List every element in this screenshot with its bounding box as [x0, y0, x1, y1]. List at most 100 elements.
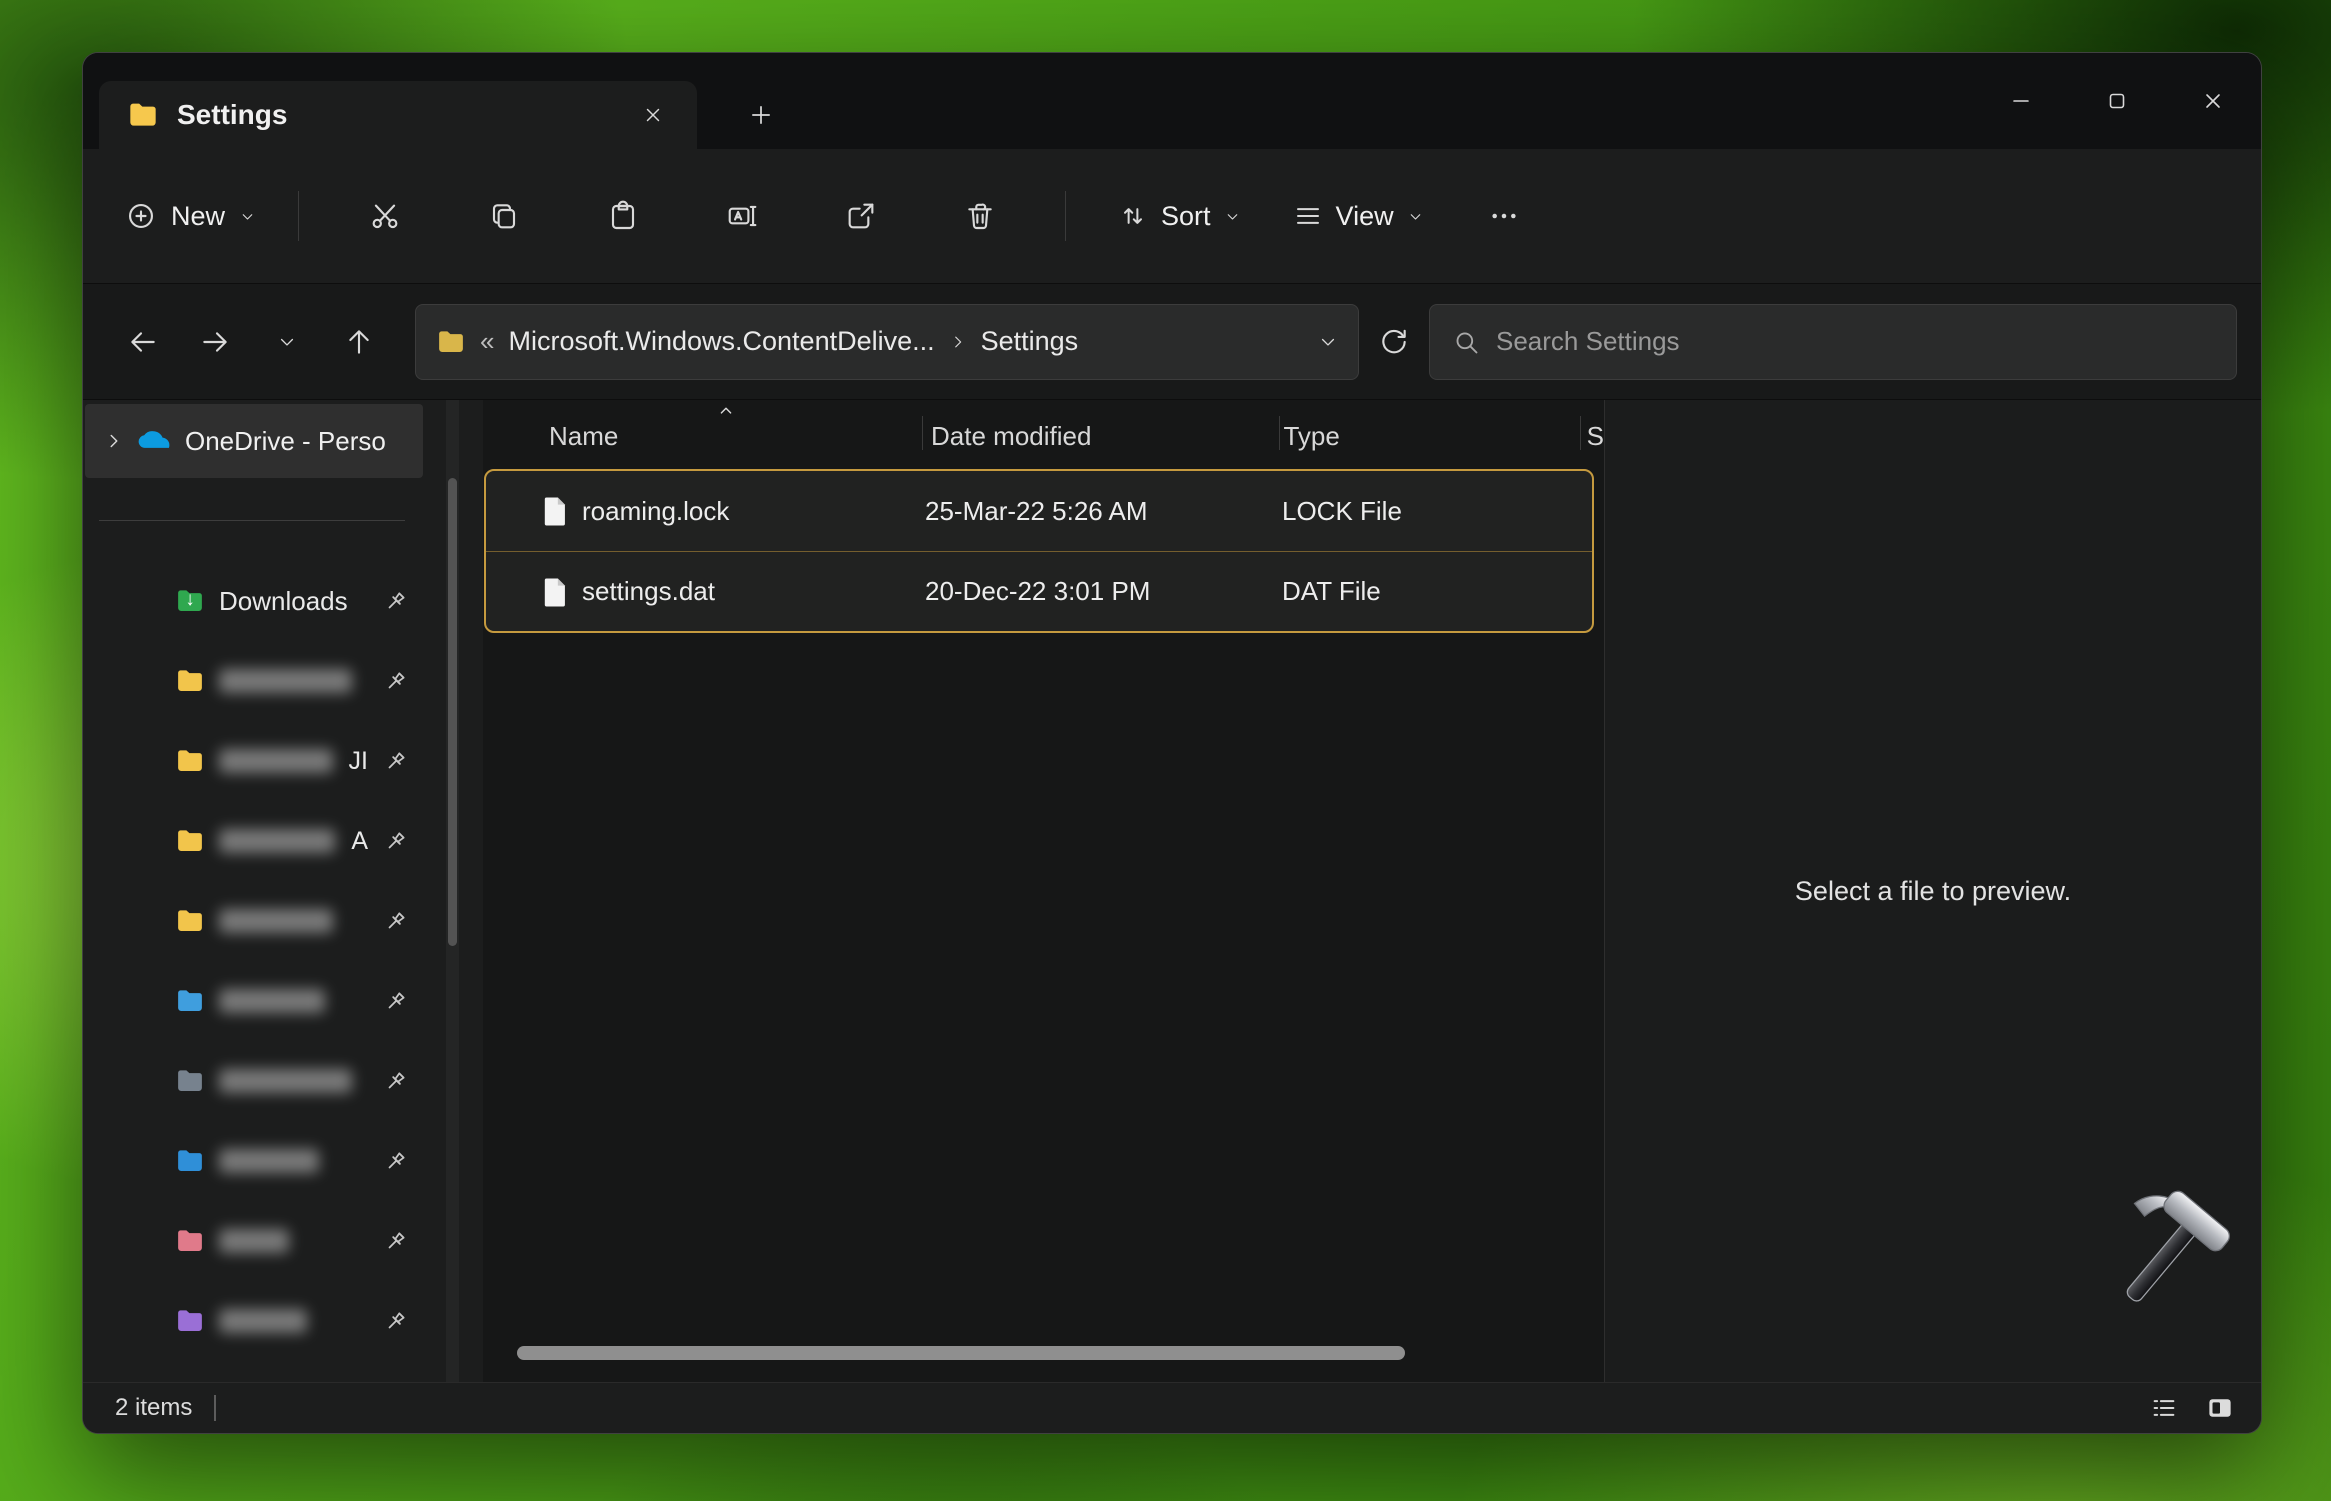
sidebar-divider	[99, 520, 405, 521]
details-view-icon	[2149, 1393, 2179, 1423]
sidebar-item[interactable]	[83, 881, 483, 961]
sidebar-item[interactable]: JI	[83, 721, 483, 801]
refresh-icon	[1378, 326, 1410, 358]
up-button[interactable]	[323, 306, 395, 378]
view-toggle-group	[2141, 1389, 2243, 1427]
redacted-label	[219, 989, 325, 1013]
sidebar-item[interactable]	[83, 1041, 483, 1121]
sidebar-item[interactable]: Downloads	[83, 561, 483, 641]
sidebar-item-onedrive[interactable]: OneDrive - Perso	[85, 404, 423, 478]
view-button-label: View	[1336, 201, 1394, 232]
paste-button[interactable]	[563, 200, 682, 232]
share-button[interactable]	[801, 200, 920, 232]
folder-icon	[175, 1066, 205, 1096]
sort-ascending-caret-icon	[715, 400, 737, 422]
tab-title: Settings	[177, 99, 287, 131]
column-header-date-modified[interactable]: Date modified	[917, 421, 1269, 452]
refresh-button[interactable]	[1359, 307, 1429, 377]
new-tab-button[interactable]	[729, 81, 793, 149]
tab-close-button[interactable]	[633, 95, 673, 135]
copy-icon	[488, 200, 520, 232]
clipboard-icon	[607, 200, 639, 232]
folder-icon	[175, 986, 205, 1016]
pin-icon	[382, 988, 409, 1015]
column-header-name[interactable]: Name	[483, 421, 917, 452]
file-type: DAT File	[1282, 576, 1582, 607]
content-view-button[interactable]	[2197, 1389, 2243, 1427]
sort-button[interactable]: Sort	[1096, 201, 1263, 232]
breadcrumb-root[interactable]: Microsoft.Windows.ContentDelive...	[508, 326, 934, 357]
item-count: 2 items	[115, 1394, 192, 1422]
file-row[interactable]: roaming.lock 25-Mar-22 5:26 AM LOCK File	[486, 471, 1592, 551]
pin-icon	[382, 1308, 409, 1335]
minimize-button[interactable]	[1973, 53, 2069, 149]
tab-settings[interactable]: Settings	[99, 81, 697, 149]
pin-icon	[382, 668, 409, 695]
column-divider[interactable]	[1279, 416, 1280, 450]
back-button[interactable]	[107, 306, 179, 378]
close-button[interactable]	[2165, 53, 2261, 149]
address-expand-chevron-icon[interactable]	[1318, 332, 1338, 352]
address-bar[interactable]: « Microsoft.Windows.ContentDelive... Set…	[415, 304, 1359, 380]
pin-icon	[382, 1068, 409, 1095]
file-row[interactable]: settings.dat 20-Dec-22 3:01 PM DAT File	[486, 551, 1592, 631]
redacted-label	[219, 749, 333, 773]
titlebar[interactable]: Settings	[83, 53, 2261, 149]
sidebar-scrollbar-thumb[interactable]	[448, 478, 457, 946]
sidebar-item[interactable]	[83, 1281, 483, 1361]
redacted-label	[219, 669, 352, 693]
chevron-down-icon	[239, 208, 256, 225]
new-button-label: New	[171, 201, 225, 232]
delete-button[interactable]	[920, 200, 1039, 232]
breadcrumb-current[interactable]: Settings	[981, 326, 1079, 357]
trash-icon	[964, 200, 996, 232]
folder-icon	[436, 327, 466, 357]
status-divider	[214, 1395, 216, 1421]
search-box[interactable]	[1429, 304, 2237, 380]
details-view-button[interactable]	[2141, 1389, 2187, 1427]
rename-button[interactable]	[682, 200, 801, 232]
sidebar: OneDrive - Perso Downloads	[83, 400, 483, 1382]
sidebar-item[interactable]	[83, 1121, 483, 1201]
column-header-type[interactable]: Type	[1269, 421, 1566, 452]
column-header-size-truncated[interactable]: S	[1567, 421, 1604, 452]
sidebar-scrollbar[interactable]	[446, 400, 459, 1382]
redacted-label	[219, 829, 335, 853]
breadcrumb-overflow[interactable]: «	[480, 326, 494, 357]
pin-icon	[382, 748, 409, 775]
sidebar-item[interactable]	[83, 961, 483, 1041]
sidebar-pinned-list: Downloads	[83, 561, 483, 1361]
recent-locations-button[interactable]	[251, 306, 323, 378]
more-options-button[interactable]	[1464, 200, 1544, 232]
sidebar-item[interactable]	[83, 641, 483, 721]
search-input[interactable]	[1496, 326, 2214, 357]
arrow-up-icon	[343, 326, 375, 358]
file-date-modified: 20-Dec-22 3:01 PM	[925, 576, 1282, 607]
maximize-button[interactable]	[2069, 53, 2165, 149]
onedrive-cloud-icon	[137, 429, 173, 454]
folder-icon	[175, 1146, 205, 1176]
forward-button[interactable]	[179, 306, 251, 378]
sidebar-item-label: OneDrive - Perso	[185, 426, 386, 457]
horizontal-scrollbar[interactable]	[517, 1346, 1405, 1360]
view-button[interactable]: View	[1271, 201, 1446, 232]
file-icon	[538, 494, 572, 528]
arrow-right-icon	[199, 326, 231, 358]
chevron-down-icon	[1407, 208, 1424, 225]
column-divider[interactable]	[922, 416, 923, 450]
column-headers: Name Date modified Type S	[483, 400, 1604, 464]
sidebar-item[interactable]	[83, 1201, 483, 1281]
file-explorer-window: Settings New	[82, 52, 2262, 1434]
folder-icon	[175, 1306, 205, 1336]
chevron-right-icon[interactable]	[103, 430, 125, 452]
chevron-down-icon	[1224, 208, 1241, 225]
folder-icon	[127, 99, 159, 131]
new-button[interactable]: New	[109, 200, 272, 232]
copy-button[interactable]	[444, 200, 563, 232]
column-divider[interactable]	[1580, 416, 1581, 450]
preview-placeholder-text: Select a file to preview.	[1795, 876, 2071, 907]
cut-button[interactable]	[325, 200, 444, 232]
navigation-bar: « Microsoft.Windows.ContentDelive... Set…	[83, 283, 2261, 399]
sidebar-item[interactable]: A	[83, 801, 483, 881]
breadcrumb-chevron-icon	[949, 333, 967, 351]
